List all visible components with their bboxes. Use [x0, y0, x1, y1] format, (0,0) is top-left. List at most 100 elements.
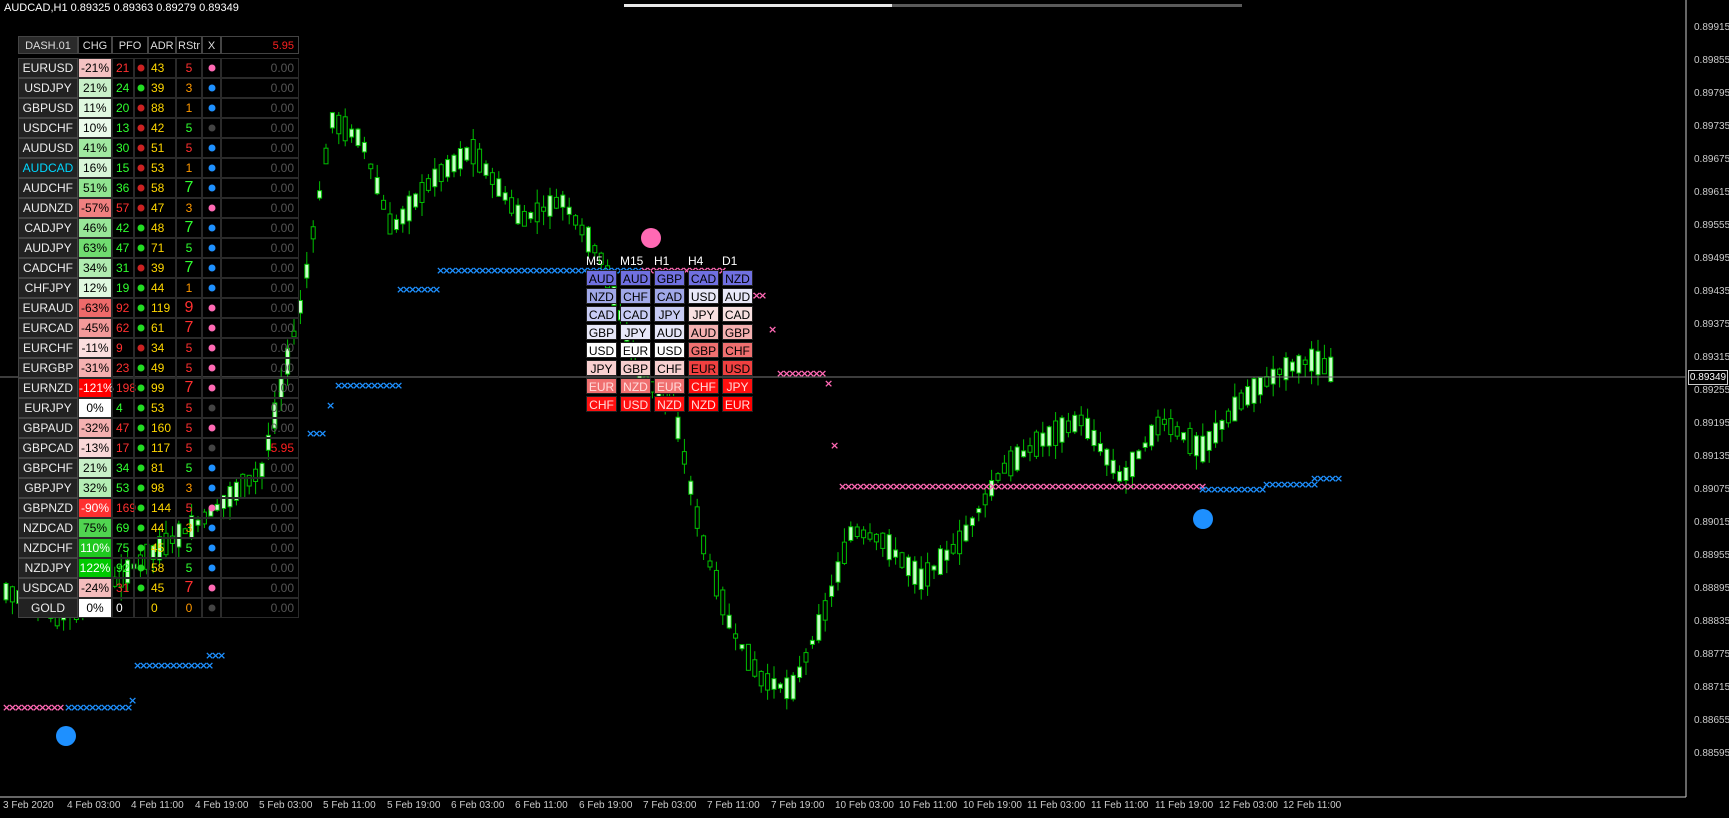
signal-dot[interactable] [202, 298, 221, 318]
signal-dot[interactable] [202, 78, 221, 98]
symbol-name[interactable]: GBPCHF [18, 458, 78, 478]
symbol-name[interactable]: EURCAD [18, 318, 78, 338]
dashboard-row[interactable]: NZDJPY 122% 92 58 5 0.00 [18, 558, 299, 578]
symbol-name[interactable]: AUDUSD [18, 138, 78, 158]
signal-dot[interactable] [202, 58, 221, 78]
time-tick: 6 Feb 11:00 [515, 800, 568, 811]
signal-dot[interactable] [202, 498, 221, 518]
dashboard-row[interactable]: AUDCAD 16% 15 53 1 0.00 [18, 158, 299, 178]
dashboard-row[interactable]: AUDCHF 51% 36 58 7 0.00 [18, 178, 299, 198]
dashboard-row[interactable]: EURAUD -63% 92 119 9 0.00 [18, 298, 299, 318]
signal-dot[interactable] [202, 158, 221, 178]
signal-dot[interactable] [202, 578, 221, 598]
symbol-name[interactable]: EURGBP [18, 358, 78, 378]
dashboard-row[interactable]: NZDCAD 75% 69 44 3 0.00 [18, 518, 299, 538]
dashboard-row[interactable]: GBPNZD -90% 169 144 5 0.00 [18, 498, 299, 518]
dashboard-row[interactable]: GOLD 0% 0 0 0 0.00 [18, 598, 299, 618]
dashboard-row[interactable]: USDCAD -24% 31 45 7 0.00 [18, 578, 299, 598]
signal-dot[interactable] [202, 378, 221, 398]
signal-dot[interactable] [202, 458, 221, 478]
candle-body [1302, 359, 1308, 365]
dashboard-row[interactable]: CADJPY 46% 42 48 7 0.00 [18, 218, 299, 238]
candle-body [1168, 418, 1174, 436]
signal-dot[interactable] [202, 98, 221, 118]
signal-dot[interactable] [202, 558, 221, 578]
chart-scrollbar[interactable] [624, 4, 1242, 7]
dashboard-row[interactable]: AUDJPY 63% 47 71 5 0.00 [18, 238, 299, 258]
profit-value: 0.00 [221, 278, 299, 298]
symbol-name[interactable]: EURJPY [18, 398, 78, 418]
scroll-thumb[interactable] [624, 4, 892, 7]
dashboard-row[interactable]: GBPCAD -13% 17 117 5 5.95 [18, 438, 299, 458]
status-dot-icon [137, 384, 145, 392]
dashboard-row[interactable]: GBPCHF 21% 34 81 5 0.00 [18, 458, 299, 478]
pfo-value: 47 [112, 418, 134, 438]
dashboard-row[interactable]: EURGBP -31% 23 49 5 0.00 [18, 358, 299, 378]
dashboard-row[interactable]: EURNZD -121% 198 99 7 0.00 [18, 378, 299, 398]
dashboard-row[interactable]: GBPJPY 32% 53 98 3 0.00 [18, 478, 299, 498]
symbol-name[interactable]: NZDCHF [18, 538, 78, 558]
candle-body [413, 193, 419, 208]
symbol-name[interactable]: NZDJPY [18, 558, 78, 578]
symbol-name[interactable]: GBPNZD [18, 498, 78, 518]
dashboard-row[interactable]: USDCHF 10% 13 42 5 0.00 [18, 118, 299, 138]
signal-dot[interactable] [202, 178, 221, 198]
signal-dot[interactable] [202, 338, 221, 358]
signal-dot[interactable] [202, 398, 221, 418]
signal-dot[interactable] [202, 598, 221, 618]
signal-dot[interactable] [202, 278, 221, 298]
symbol-name[interactable]: AUDJPY [18, 238, 78, 258]
symbol-name[interactable]: EURAUD [18, 298, 78, 318]
dashboard-row[interactable]: AUDNZD -57% 57 47 3 0.00 [18, 198, 299, 218]
symbol-name[interactable]: USDJPY [18, 78, 78, 98]
symbol-name[interactable]: EURNZD [18, 378, 78, 398]
symbol-name[interactable]: USDCAD [18, 578, 78, 598]
symbol-name[interactable]: CHFJPY [18, 278, 78, 298]
pfo-dot [134, 458, 148, 478]
pfo-dot [134, 518, 148, 538]
symbol-name[interactable]: NZDCAD [18, 518, 78, 538]
symbol-name[interactable]: GBPCAD [18, 438, 78, 458]
signal-dot[interactable] [202, 258, 221, 278]
signal-dot[interactable] [202, 218, 221, 238]
signal-dot[interactable] [202, 118, 221, 138]
symbol-name[interactable]: AUDCAD [18, 158, 78, 178]
signal-dot[interactable] [202, 478, 221, 498]
symbol-name[interactable]: USDCHF [18, 118, 78, 138]
symbol-name[interactable]: GBPUSD [18, 98, 78, 118]
symbol-name[interactable]: EURUSD [18, 58, 78, 78]
symbol-name[interactable]: CADCHF [18, 258, 78, 278]
symbol-name[interactable]: GBPAUD [18, 418, 78, 438]
dashboard-row[interactable]: EURCHF -11% 9 34 5 0.00 [18, 338, 299, 358]
signal-dot[interactable] [202, 518, 221, 538]
signal-dot[interactable] [202, 138, 221, 158]
signal-dot[interactable] [202, 438, 221, 458]
signal-dot[interactable] [202, 318, 221, 338]
dashboard-row[interactable]: CHFJPY 12% 19 44 1 0.00 [18, 278, 299, 298]
signal-dot[interactable] [202, 198, 221, 218]
symbol-name[interactable]: CADJPY [18, 218, 78, 238]
dashboard-row[interactable]: NZDCHF 110% 75 45 5 0.00 [18, 538, 299, 558]
symbol-name[interactable]: GBPJPY [18, 478, 78, 498]
candle-body [419, 182, 425, 203]
signal-dot[interactable] [202, 418, 221, 438]
signal-dot[interactable] [202, 238, 221, 258]
dashboard-row[interactable]: USDJPY 21% 24 39 3 0.00 [18, 78, 299, 98]
symbol-name[interactable]: EURCHF [18, 338, 78, 358]
signal-dot[interactable] [202, 358, 221, 378]
signal-dot[interactable] [202, 538, 221, 558]
symbol-name[interactable]: AUDCHF [18, 178, 78, 198]
symbol-name[interactable]: AUDNZD [18, 198, 78, 218]
candle-body [1161, 418, 1167, 425]
dashboard-row[interactable]: EURUSD -21% 21 43 5 0.00 [18, 58, 299, 78]
dashboard-row[interactable]: EURJPY 0% 4 53 5 0.00 [18, 398, 299, 418]
dashboard-row[interactable]: GBPAUD -32% 47 160 5 0.00 [18, 418, 299, 438]
symbol-name[interactable]: GOLD [18, 598, 78, 618]
dashboard-row[interactable]: GBPUSD 11% 20 88 1 0.00 [18, 98, 299, 118]
dashboard-row[interactable]: AUDUSD 41% 30 51 5 0.00 [18, 138, 299, 158]
header-x[interactable]: X [202, 36, 221, 54]
adr-value: 117 [148, 438, 176, 458]
dashboard-row[interactable]: EURCAD -45% 62 61 7 0.00 [18, 318, 299, 338]
status-dot-icon [137, 344, 145, 352]
dashboard-row[interactable]: CADCHF 34% 31 39 7 0.00 [18, 258, 299, 278]
